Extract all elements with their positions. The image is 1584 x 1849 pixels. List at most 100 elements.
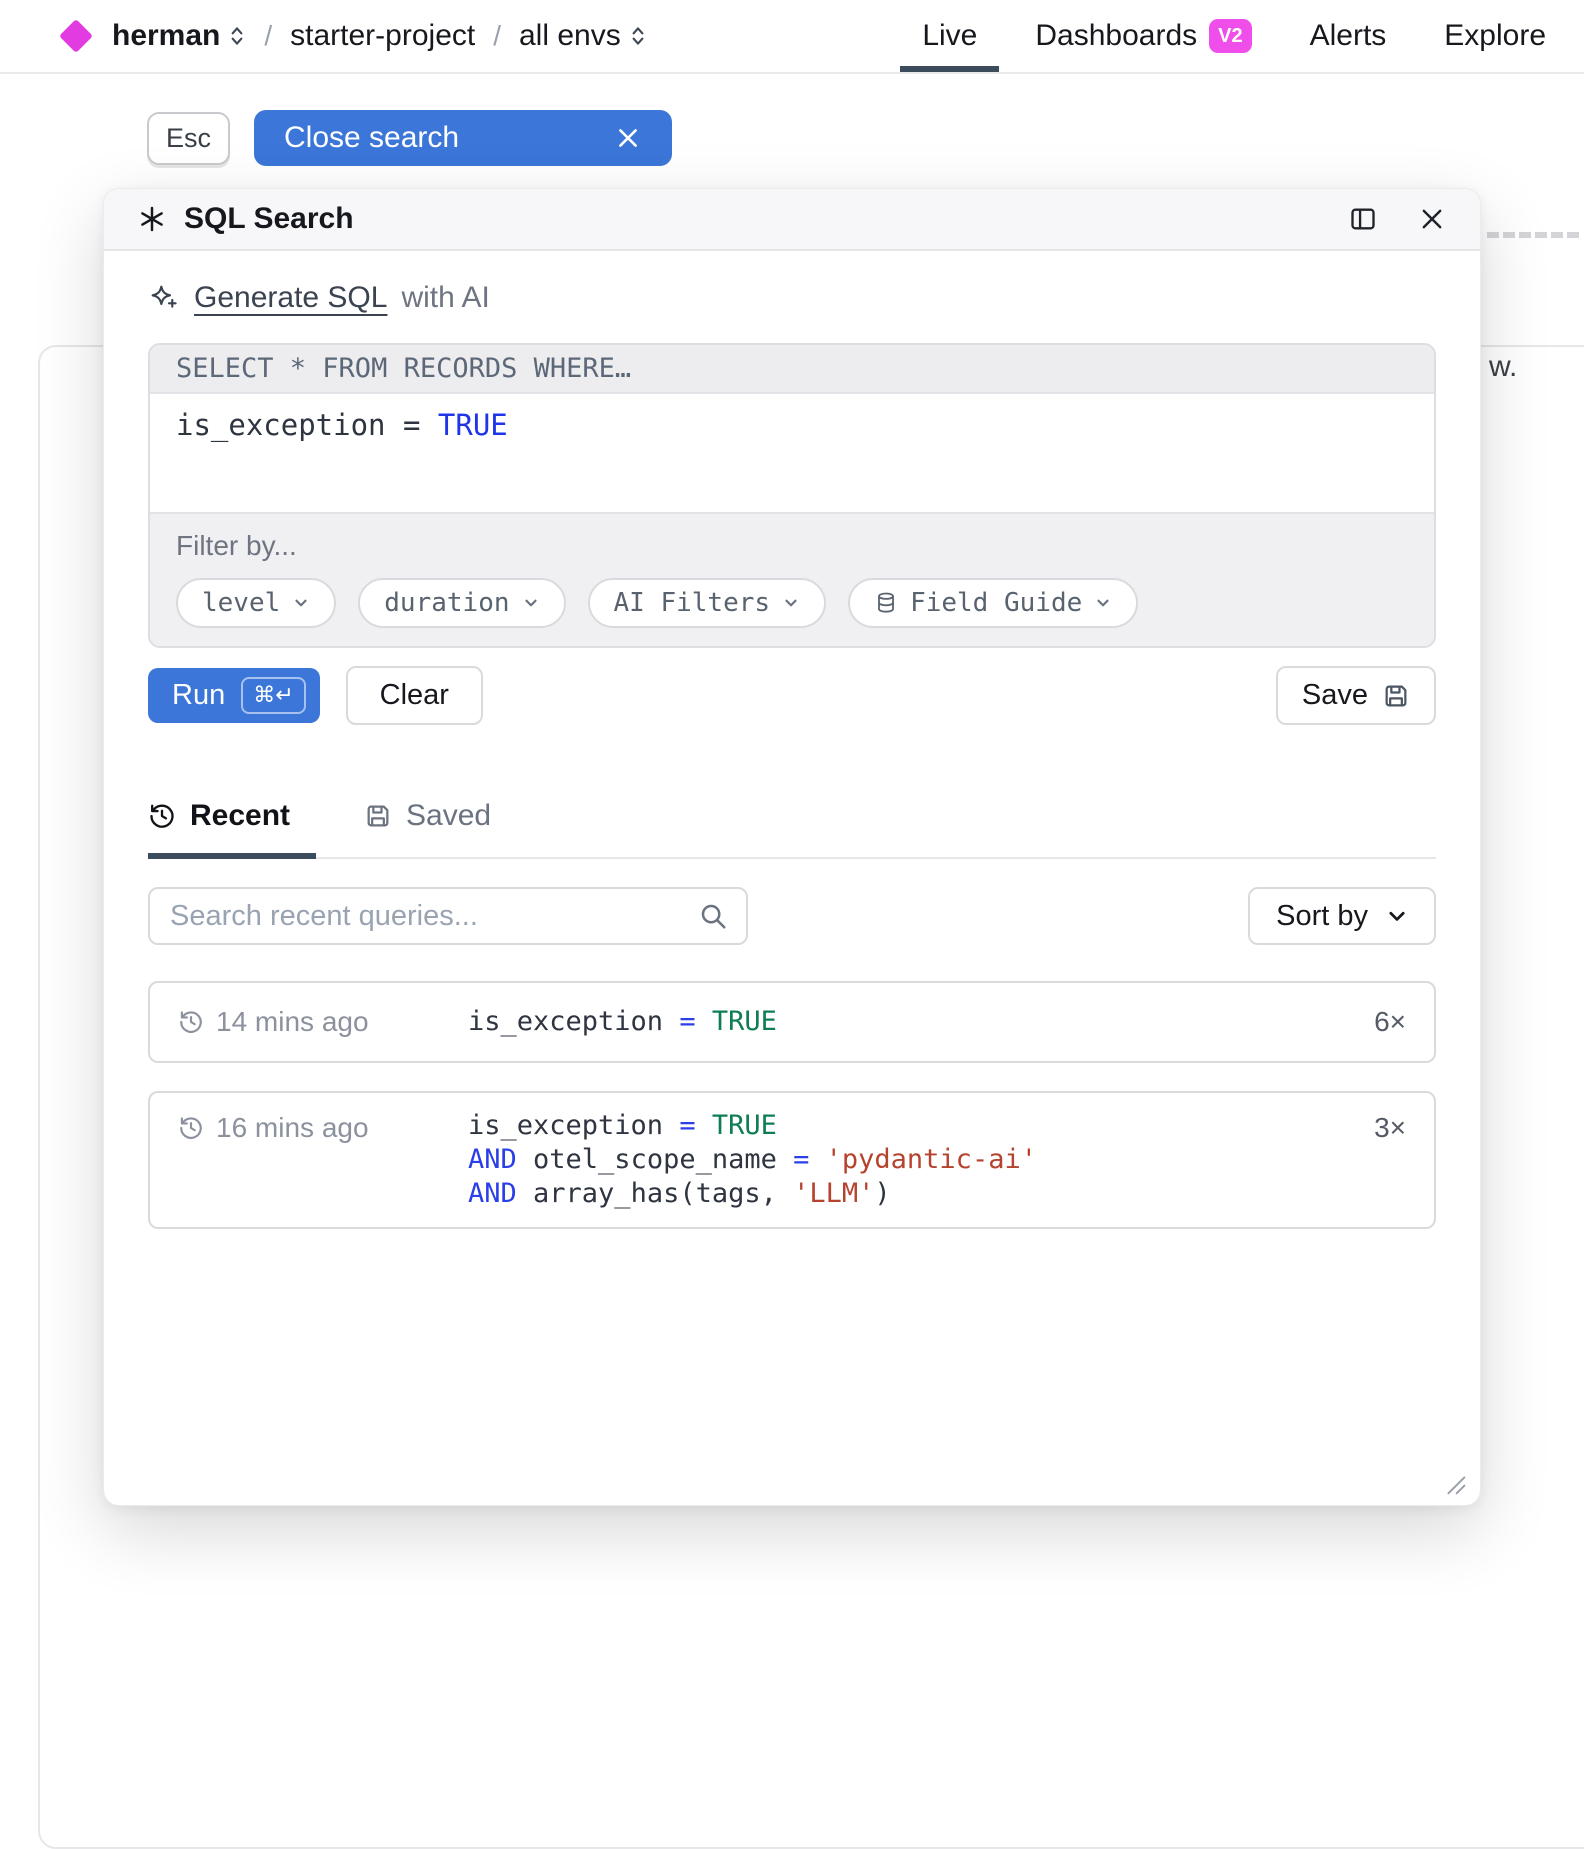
nav-tabs: Live Dashboards V2 Alerts Explore	[922, 0, 1546, 72]
run-shortcut-hint: ⌘↵	[241, 677, 305, 714]
chevron-down-icon	[1386, 905, 1408, 927]
search-recent-queries-input[interactable]	[148, 887, 748, 945]
chip-label: Field Guide	[910, 588, 1082, 618]
sql-token: =	[679, 1110, 712, 1141]
tab-recent[interactable]: Recent	[148, 799, 330, 857]
close-modal-icon[interactable]	[1418, 205, 1446, 233]
filter-section: Filter by... level duration AI Filters	[150, 512, 1434, 646]
sql-token: )	[874, 1178, 890, 1209]
sql-token: is_exception	[468, 1110, 679, 1141]
generate-sql-link[interactable]: Generate SQL	[194, 281, 387, 315]
query-timestamp: 16 mins ago	[178, 1109, 468, 1144]
env-selector[interactable]: all envs	[519, 19, 647, 53]
sql-editor-header: SELECT * FROM RECORDS WHERE…	[150, 345, 1434, 394]
breadcrumb-separator: /	[264, 20, 272, 52]
logo-diamond-icon	[59, 19, 93, 53]
nav-tab-dashboards[interactable]: Dashboards V2	[1035, 0, 1251, 72]
chevron-down-icon	[782, 594, 800, 612]
chip-label: level	[202, 588, 280, 618]
chevron-down-icon	[1094, 594, 1112, 612]
filter-chip-field-guide[interactable]: Field Guide	[848, 578, 1138, 628]
clear-button[interactable]: Clear	[346, 666, 483, 725]
esc-key-hint: Esc	[147, 112, 230, 165]
query-code-line: AND array_has(tags, 'LLM')	[468, 1177, 1037, 1211]
editor-actions: Run ⌘↵ Clear Save	[148, 666, 1436, 725]
project-name[interactable]: starter-project	[290, 19, 475, 53]
side-panel-icon[interactable]	[1348, 205, 1378, 233]
database-icon	[874, 591, 898, 615]
org-selector[interactable]: herman	[112, 19, 246, 53]
breadcrumb: herman / starter-project / all envs	[64, 19, 647, 53]
tab-label: Recent	[190, 799, 290, 833]
chevron-down-icon	[292, 594, 310, 612]
filter-by-label: Filter by...	[176, 530, 1408, 562]
clock-history-icon	[178, 1009, 204, 1035]
recent-query-card[interactable]: 14 mins ago is_exception = TRUE 6×	[148, 981, 1436, 1063]
sql-token: is_exception =	[176, 408, 438, 442]
query-time-label: 16 mins ago	[216, 1112, 369, 1144]
tab-saved[interactable]: Saved	[364, 799, 531, 857]
sql-search-modal: SQL Search Generate SQL with AI SELECT *…	[103, 188, 1481, 1506]
close-icon[interactable]	[614, 124, 642, 152]
sql-token: otel_scope_name	[533, 1144, 793, 1175]
nav-tab-label: Alerts	[1310, 19, 1387, 53]
background-partial-text: w.	[1489, 350, 1517, 384]
org-name: herman	[112, 19, 220, 53]
filter-chip-level[interactable]: level	[176, 578, 336, 628]
run-button[interactable]: Run ⌘↵	[148, 668, 320, 723]
sort-by-button[interactable]: Sort by	[1248, 887, 1436, 945]
generate-sql-suffix: with AI	[401, 281, 489, 315]
breadcrumb-separator: /	[493, 20, 501, 52]
floppy-save-icon	[1382, 682, 1410, 710]
modal-title: SQL Search	[184, 202, 354, 236]
close-search-bar: Esc Close search	[147, 110, 672, 166]
sql-editor: SELECT * FROM RECORDS WHERE… is_exceptio…	[148, 343, 1436, 648]
query-run-count: 3×	[1374, 1109, 1406, 1144]
sql-token: TRUE	[438, 408, 508, 442]
history-tabs: Recent Saved	[148, 799, 1436, 859]
sql-token: AND	[468, 1144, 533, 1175]
tab-label: Saved	[406, 799, 491, 833]
recent-search-row: Sort by	[148, 887, 1436, 945]
generate-sql-row: Generate SQL with AI	[148, 281, 1436, 315]
save-button[interactable]: Save	[1276, 666, 1436, 725]
query-code: is_exception = TRUEAND otel_scope_name =…	[468, 1109, 1037, 1211]
nav-tab-explore[interactable]: Explore	[1444, 0, 1546, 72]
env-name: all envs	[519, 19, 621, 53]
sql-token: AND	[468, 1178, 533, 1209]
clock-history-icon	[148, 802, 176, 830]
sort-by-label: Sort by	[1276, 900, 1368, 933]
query-code-line: AND otel_scope_name = 'pydantic-ai'	[468, 1143, 1037, 1177]
modal-header: SQL Search	[104, 189, 1480, 251]
updown-chevron-icon	[629, 23, 647, 49]
recent-query-card[interactable]: 16 mins ago is_exception = TRUEAND otel_…	[148, 1091, 1436, 1229]
query-time-label: 14 mins ago	[216, 1006, 369, 1038]
filter-chip-duration[interactable]: duration	[358, 578, 565, 628]
close-search-button[interactable]: Close search	[254, 110, 672, 166]
resize-handle[interactable]	[1444, 1473, 1466, 1495]
sql-token: =	[679, 1006, 712, 1037]
clock-history-icon	[178, 1115, 204, 1141]
sql-editor-input[interactable]: is_exception = TRUE	[150, 394, 1434, 512]
sql-token: 'LLM'	[793, 1178, 874, 1209]
chevron-down-icon	[522, 594, 540, 612]
floppy-saved-icon	[364, 802, 392, 830]
sql-token: 'pydantic-ai'	[826, 1144, 1037, 1175]
updown-chevron-icon	[228, 23, 246, 49]
query-code: is_exception = TRUE	[468, 1003, 777, 1041]
query-run-count: 6×	[1374, 1003, 1406, 1038]
chip-label: AI Filters	[614, 588, 771, 618]
sql-token: array_has(tags,	[533, 1178, 793, 1209]
sql-token: TRUE	[712, 1110, 777, 1141]
sparkle-icon	[148, 282, 180, 314]
asterisk-icon	[138, 205, 166, 233]
sql-token: is_exception	[468, 1006, 679, 1037]
nav-tab-alerts[interactable]: Alerts	[1310, 0, 1387, 72]
filter-chip-ai-filters[interactable]: AI Filters	[588, 578, 827, 628]
nav-tab-label: Dashboards	[1035, 19, 1197, 53]
nav-tab-live[interactable]: Live	[922, 0, 977, 72]
nav-tab-label: Explore	[1444, 19, 1546, 53]
save-label: Save	[1302, 679, 1368, 712]
query-timestamp: 14 mins ago	[178, 1003, 468, 1038]
query-code-line: is_exception = TRUE	[468, 1109, 1037, 1143]
